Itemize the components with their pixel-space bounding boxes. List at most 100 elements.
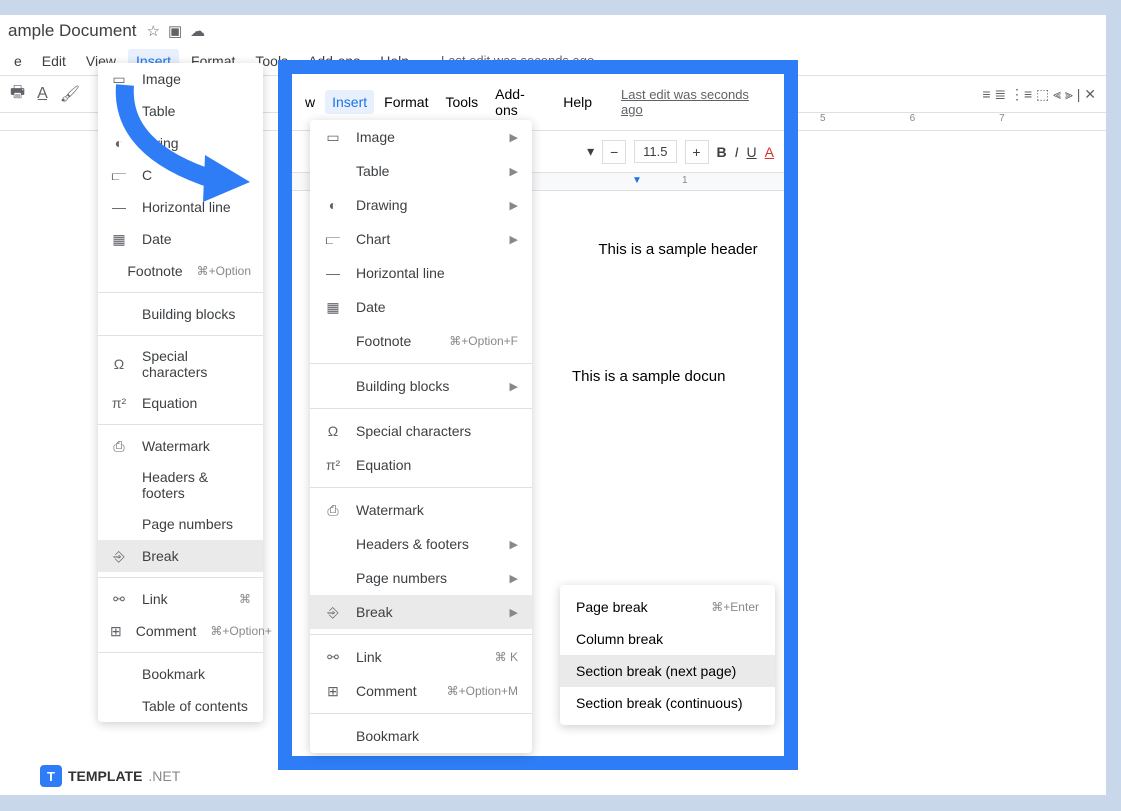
ov-mi-table[interactable]: Table▶ [310, 154, 532, 188]
sub-column-break[interactable]: Column break [560, 623, 775, 655]
ruler-7: 7 [999, 113, 1005, 130]
increase-button[interactable]: + [685, 140, 709, 164]
mi-chart[interactable]: ⫍C [98, 159, 263, 191]
ov-mi-comment[interactable]: ⊞Comment⌘+Option+M [310, 674, 532, 708]
pi-icon: π² [324, 456, 342, 474]
font-size-input[interactable]: 11.5 [634, 140, 676, 163]
ruler-5: 5 [820, 113, 826, 130]
menu-file[interactable]: e [6, 49, 30, 73]
mi-date[interactable]: ▦Date [98, 223, 263, 255]
omega-icon: Ω [110, 355, 128, 373]
ov-menu-tools[interactable]: Tools [438, 90, 485, 114]
text-color-button[interactable]: A [765, 144, 774, 160]
mi-comment[interactable]: ⊞Comment⌘+Option+ [98, 615, 263, 647]
drawing-icon: ◐ [324, 196, 342, 214]
watermark-icon: ⎙ [110, 437, 128, 455]
star-icon[interactable]: ☆ [147, 22, 160, 40]
mi-headers[interactable]: Headers & footers [98, 462, 263, 508]
ov-menu-insert[interactable]: Insert [325, 90, 374, 114]
ov-mi-special[interactable]: ΩSpecial characters [310, 414, 532, 448]
date-icon: ▦ [324, 298, 342, 316]
title-icons: ☆ ▣ ☁ [147, 22, 206, 40]
mi-hline[interactable]: —Horizontal line [98, 191, 263, 223]
ruler-marker-icon[interactable]: ▼ [632, 175, 642, 186]
mi-link[interactable]: ⚯Link⌘ [98, 583, 263, 615]
ov-menu-w[interactable]: w [298, 90, 322, 114]
ov-mi-hline[interactable]: —Horizontal line [310, 256, 532, 290]
insert-dropdown-overlay: ▭Image▶ Table▶ ◐Drawing▶ ⫍Chart▶ —Horizo… [310, 120, 532, 753]
mi-drawing[interactable]: ◐awing [98, 127, 263, 159]
print-icon[interactable]: 🖶 [10, 81, 25, 108]
mi-blocks[interactable]: Building blocks [98, 298, 263, 330]
ov-mi-drawing[interactable]: ◐Drawing▶ [310, 188, 532, 222]
ov-mi-break[interactable]: ⎆Break▶ [310, 595, 532, 629]
ov-mi-chart[interactable]: ⫍Chart▶ [310, 222, 532, 256]
template-logo-icon: T [40, 765, 62, 787]
hline-icon: — [324, 264, 342, 282]
ov-menu-help[interactable]: Help [556, 90, 599, 114]
mi-break[interactable]: ⎆Break [98, 540, 263, 572]
image-icon: ▭ [110, 70, 128, 88]
mi-pagenum[interactable]: Page numbers [98, 508, 263, 540]
header-text: This is a sample header [572, 241, 784, 258]
doc-title[interactable]: ample Document [8, 21, 137, 41]
drawing-icon: ◐ [110, 134, 128, 152]
chevron-right-icon: ▶ [510, 131, 518, 144]
ov-mi-link[interactable]: ⚯Link⌘ K [310, 640, 532, 674]
ov-mi-headers[interactable]: Headers & footers▶ [310, 527, 532, 561]
menu-edit[interactable]: Edit [34, 49, 74, 73]
mi-special[interactable]: ΩSpecial characters [98, 341, 263, 387]
ov-last-edit[interactable]: Last edit was seconds ago [614, 83, 778, 121]
watermark-brand: TEMPLATE [68, 768, 142, 784]
body-text: This is a sample docun [572, 368, 784, 385]
ov-mi-pagenum[interactable]: Page numbers▶ [310, 561, 532, 595]
ov-menu-format[interactable]: Format [377, 90, 435, 114]
ov-mi-image[interactable]: ▭Image▶ [310, 120, 532, 154]
toolbar-right-icons[interactable]: ≡ ≣ ⋮≡ ⬚ ⫷ ⫸ | ✕ [982, 86, 1096, 103]
comment-icon: ⊞ [110, 622, 122, 640]
sub-section-cont[interactable]: Section break (continuous) [560, 687, 775, 719]
bold-button[interactable]: B [717, 144, 727, 160]
watermark-icon: ⎙ [324, 501, 342, 519]
ov-mi-watermark[interactable]: ⎙Watermark [310, 493, 532, 527]
link-icon: ⚯ [324, 648, 342, 666]
mi-table[interactable]: Table [98, 95, 263, 127]
mi-bookmark[interactable]: Bookmark [98, 658, 263, 690]
chart-icon: ⫍ [110, 166, 128, 184]
decrease-button[interactable]: − [602, 140, 626, 164]
mi-watermark[interactable]: ⎙Watermark [98, 430, 263, 462]
sep [98, 292, 263, 293]
mi-image[interactable]: ▭Image [98, 63, 263, 95]
sub-page-break[interactable]: Page break⌘+Enter [560, 591, 775, 623]
break-icon: ⎆ [110, 547, 128, 565]
ov-mi-equation[interactable]: π²Equation [310, 448, 532, 482]
mi-footnote[interactable]: Footnote⌘+Option [98, 255, 263, 287]
dropdown-caret-icon[interactable]: ▾ [587, 143, 594, 160]
watermark-net: .NET [148, 768, 180, 784]
pi-icon: π² [110, 394, 128, 412]
italic-button[interactable]: I [735, 144, 739, 160]
ov-mi-bookmark[interactable]: Bookmark [310, 719, 532, 753]
spell-icon[interactable]: A̲ [37, 85, 48, 103]
date-icon: ▦ [110, 230, 128, 248]
mi-equation[interactable]: π²Equation [98, 387, 263, 419]
folder-icon[interactable]: ▣ [168, 22, 182, 40]
underline-button[interactable]: U [747, 144, 757, 160]
comment-icon: ⊞ [324, 682, 342, 700]
mi-toc[interactable]: Table of contents [98, 690, 263, 722]
ov-mi-blocks[interactable]: Building blocks▶ [310, 369, 532, 403]
sub-section-next[interactable]: Section break (next page) [560, 655, 775, 687]
chart-icon: ⫍ [324, 230, 342, 248]
break-submenu: Page break⌘+Enter Column break Section b… [560, 585, 775, 725]
cloud-icon[interactable]: ☁ [190, 22, 205, 40]
paint-icon[interactable]: 🖌 [60, 84, 80, 104]
title-row: ample Document ☆ ▣ ☁ [0, 15, 1106, 47]
ov-mi-footnote[interactable]: Footnote⌘+Option+F [310, 324, 532, 358]
insert-dropdown-bg: ▭Image Table ◐awing ⫍C —Horizontal line … [98, 63, 263, 722]
ov-mi-date[interactable]: ▦Date [310, 290, 532, 324]
ov-menu-addons[interactable]: Add-ons [488, 82, 553, 122]
template-net-watermark: T TEMPLATE .NET [40, 765, 180, 787]
hline-icon: — [110, 198, 128, 216]
image-icon: ▭ [324, 128, 342, 146]
break-icon: ⎆ [324, 603, 342, 621]
